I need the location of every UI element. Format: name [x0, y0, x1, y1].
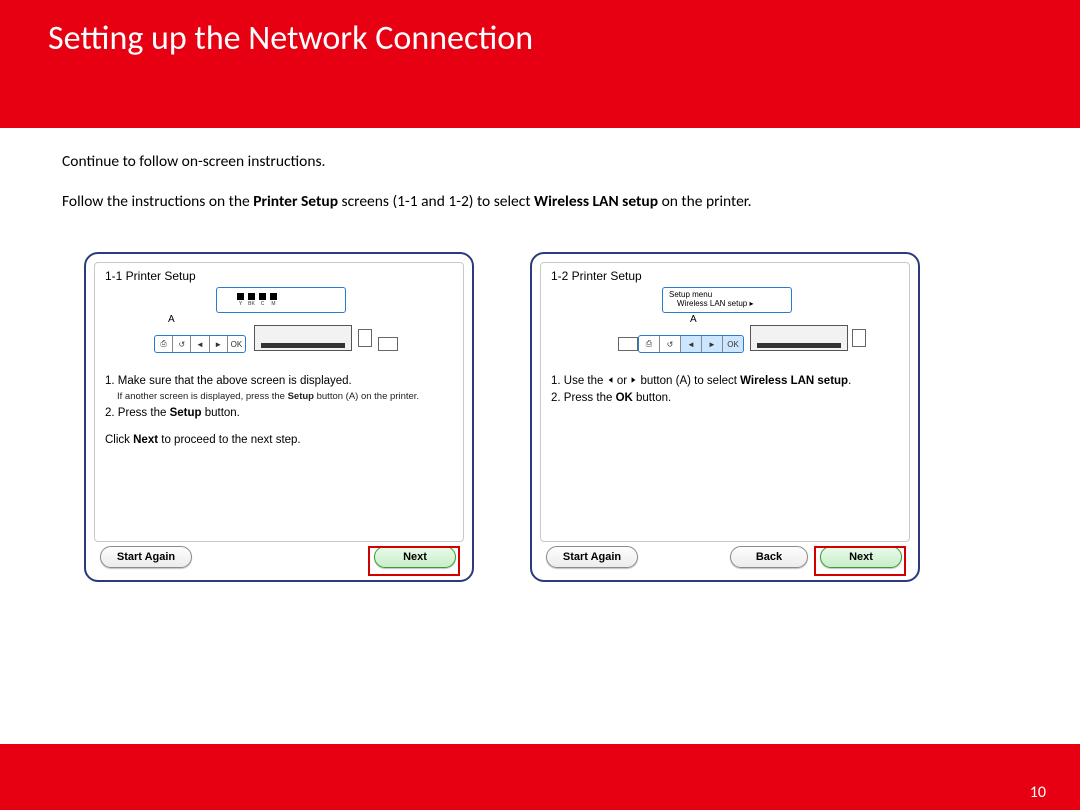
dialog-title: 1-1 Printer Setup — [105, 269, 453, 283]
bold-wireless-lan: Wireless LAN setup — [534, 192, 658, 211]
page-root: Setting up the Network Connection Contin… — [0, 0, 1080, 810]
next-button[interactable]: Next — [820, 546, 902, 568]
lcd-line: Setup menu — [663, 290, 791, 299]
start-again-button[interactable]: Start Again — [546, 546, 638, 568]
panel-btn: ⎙ — [639, 336, 660, 352]
panel-btn: OK — [228, 336, 245, 352]
instruction-line: 2. Press the OK button. — [551, 390, 899, 407]
intro-line-2: Follow the instructions on the Printer S… — [62, 192, 752, 211]
label-a: A — [690, 314, 850, 325]
left-arrow-icon — [608, 377, 612, 383]
lcd-line: Wireless LAN setup ▸ — [663, 299, 791, 308]
instruction-list: 1. Use the or button (A) to select Wirel… — [551, 373, 899, 408]
dialog-button-row: Start Again Back Next — [542, 546, 908, 572]
ink-level-icon — [217, 290, 345, 300]
text: on the printer. — [658, 192, 751, 211]
dialog-body: 1-1 Printer Setup YBKCM A ⎙ ↺ ◄ ► OK — [94, 262, 464, 542]
printer-part-icon — [852, 329, 866, 347]
printer-graphic: Setup menu Wireless LAN setup ▸ A ⎙ ↺ ◄ … — [600, 287, 850, 365]
screenshot-1-1: 1-1 Printer Setup YBKCM A ⎙ ↺ ◄ ► OK — [84, 252, 474, 582]
instruction-list: 1. Make sure that the above screen is di… — [105, 373, 453, 449]
next-button[interactable]: Next — [374, 546, 456, 568]
footer-bar: 10 — [0, 744, 1080, 810]
screenshot-1-2: 1-2 Printer Setup Setup menu Wireless LA… — [530, 252, 920, 582]
printer-body-icon: ⎙ ↺ ◄ ► OK — [154, 325, 402, 365]
instruction-line: 1. Make sure that the above screen is di… — [105, 373, 453, 390]
control-panel: ⎙ ↺ ◄ ► OK — [638, 335, 744, 353]
panel-btn: ► — [210, 336, 228, 352]
panel-btn-left: ◄ — [681, 336, 702, 352]
panel-btn: ⎙ — [155, 336, 173, 352]
start-again-button[interactable]: Start Again — [100, 546, 192, 568]
printer-part-icon — [618, 337, 638, 351]
printer-part-icon — [378, 337, 398, 351]
printer-top-icon — [254, 325, 352, 351]
right-arrow-icon — [632, 377, 636, 383]
printer-body-icon: ⎙ ↺ ◄ ► OK — [600, 325, 848, 365]
printer-lcd: Setup menu Wireless LAN setup ▸ — [662, 287, 792, 313]
panel-btn-ok: OK — [723, 336, 743, 352]
printer-top-icon — [750, 325, 848, 351]
text: screens (1-1 and 1-2) to select — [338, 192, 534, 211]
page-title: Setting up the Network Connection — [48, 18, 533, 59]
control-panel: ⎙ ↺ ◄ ► OK — [154, 335, 246, 353]
dialog-title: 1-2 Printer Setup — [551, 269, 899, 283]
intro-line-1: Continue to follow on-screen instruction… — [62, 152, 325, 171]
panel-btn: ↺ — [173, 336, 191, 352]
printer-graphic: YBKCM A ⎙ ↺ ◄ ► OK — [154, 287, 404, 365]
panel-btn-right: ► — [702, 336, 723, 352]
instruction-line: 2. Press the Setup button. — [105, 405, 453, 422]
printer-lcd: YBKCM — [216, 287, 346, 313]
ink-labels: YBKCM — [217, 300, 345, 309]
instruction-line: Click Next to proceed to the next step. — [105, 432, 453, 449]
title-banner: Setting up the Network Connection — [0, 0, 1080, 128]
label-a: A — [168, 314, 404, 325]
text: Follow the instructions on the — [62, 192, 253, 211]
back-button[interactable]: Back — [730, 546, 808, 568]
dialog-body: 1-2 Printer Setup Setup menu Wireless LA… — [540, 262, 910, 542]
dialog-button-row: Start Again Next — [96, 546, 462, 572]
instruction-subline: If another screen is displayed, press th… — [117, 390, 453, 404]
printer-part-icon — [358, 329, 372, 347]
panel-btn: ↺ — [660, 336, 681, 352]
bold-printer-setup: Printer Setup — [253, 192, 338, 211]
instruction-line: 1. Use the or button (A) to select Wirel… — [551, 373, 899, 390]
panel-btn: ◄ — [191, 336, 209, 352]
page-number: 10 — [1030, 783, 1046, 802]
